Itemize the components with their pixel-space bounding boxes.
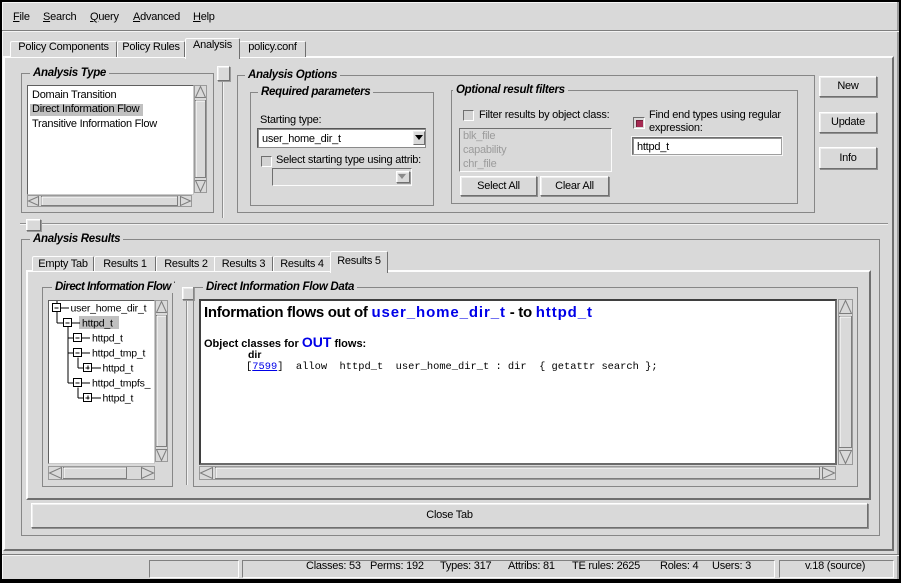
- svg-text:httpd_tmp_t: httpd_tmp_t: [92, 348, 146, 360]
- svg-text:httpd_t: httpd_t: [82, 318, 113, 330]
- svg-text:httpd_tmpfs_: httpd_tmpfs_: [92, 378, 151, 390]
- svg-text:httpd_t: httpd_t: [92, 333, 123, 345]
- svg-text:user_home_dir_t: user_home_dir_t: [71, 303, 147, 315]
- svg-text:httpd_t: httpd_t: [103, 363, 134, 375]
- svg-text:httpd_t: httpd_t: [103, 393, 134, 405]
